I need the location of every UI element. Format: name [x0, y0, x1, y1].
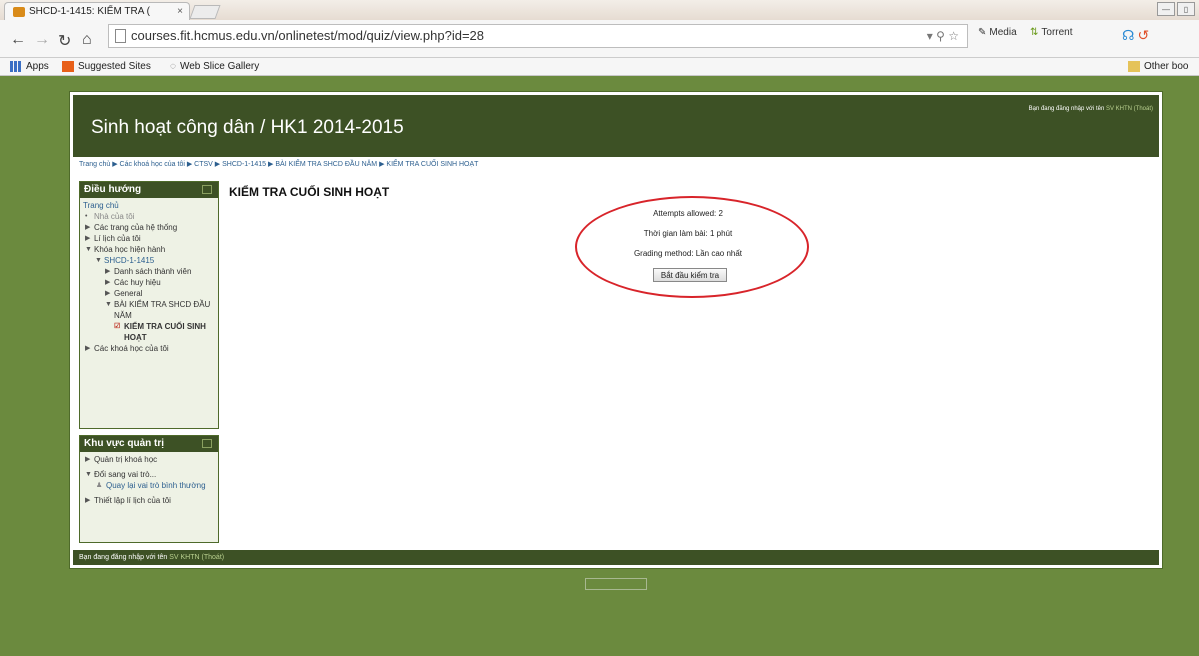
- address-bar[interactable]: courses.fit.hcmus.edu.vn/onlinetest/mod/…: [108, 24, 968, 48]
- collapse-arrow-icon: ▼: [85, 246, 92, 253]
- start-attempt-button[interactable]: Bắt đầu kiểm tra: [653, 268, 727, 282]
- nav-item-current-course[interactable]: ▼ Khóa học hiện hành: [80, 244, 218, 255]
- header-login-info: Bạn đang đăng nhập với tên SV KHTN (Thoá…: [1028, 106, 1153, 112]
- admin-item-switch-role[interactable]: ▼ Đổi sang vai trò...: [80, 469, 218, 480]
- tab-title: SHCD-1-1415: KIỂM TRA (: [29, 6, 150, 17]
- quiz-icon: ☑: [114, 323, 121, 330]
- nav-item-my-courses[interactable]: ▶ Các khoá học của tôi: [80, 343, 218, 354]
- footer-box: [585, 578, 647, 590]
- folder-icon: [1128, 61, 1140, 72]
- site-title[interactable]: Sinh hoạt công dân / HK1 2014-2015: [91, 117, 404, 139]
- breadcrumb[interactable]: Trang chủ ▶ Các khoá học của tôi ▶ CTSV …: [79, 160, 478, 168]
- refresh-extension-icon[interactable]: ↺: [1137, 27, 1149, 44]
- nav-item-current-quiz[interactable]: ☑ KIỂM TRA CUỐI SINH HOẠT: [80, 321, 218, 343]
- grading-method: Grading method: Lần cao nhất: [633, 249, 743, 258]
- web-slice-icon: ◌: [170, 61, 176, 72]
- collapse-arrow-icon: ▼: [85, 471, 92, 478]
- expand-arrow-icon: ▶: [85, 235, 91, 242]
- url-text: courses.fit.hcmus.edu.vn/onlinetest/mod/…: [131, 28, 485, 43]
- tab-strip: SHCD-1-1415: KIỂM TRA ( × — ▯: [0, 0, 1199, 20]
- block-hide-icon[interactable]: [202, 185, 212, 194]
- nav-item-course[interactable]: ▼ SHCD-1-1415: [80, 255, 218, 266]
- footer-user-link[interactable]: SV KHTN: [169, 554, 199, 561]
- bookmark-web-slice-gallery[interactable]: ◌ Web Slice Gallery: [170, 61, 259, 72]
- block-hide-icon[interactable]: [202, 439, 212, 448]
- admin-item-profile-settings[interactable]: ▶ Thiết lập lí lịch của tôi: [80, 495, 218, 506]
- bookmark-other[interactable]: Other boo: [1128, 61, 1188, 72]
- expand-arrow-icon: ▶: [85, 345, 91, 352]
- navigation-block: Điều hướng Trang chủ • Nhà của tôi ▶ Các t…: [79, 181, 219, 429]
- suggested-sites-icon: [62, 61, 74, 72]
- headphones-icon[interactable]: ☊: [1122, 27, 1134, 44]
- reload-icon[interactable]: ↻: [58, 31, 71, 51]
- expand-arrow-icon: ▶: [85, 497, 91, 504]
- expand-arrow-icon: ▶: [105, 279, 111, 286]
- browser-tab[interactable]: SHCD-1-1415: KIỂM TRA ( ×: [4, 2, 190, 20]
- apps-icon: [10, 61, 22, 72]
- administration-block-title: Khu vực quản trị: [80, 436, 218, 452]
- bookmark-suggested-sites[interactable]: Suggested Sites: [62, 61, 151, 72]
- minimize-icon[interactable]: —: [1157, 2, 1175, 16]
- bullet-icon: •: [85, 213, 88, 220]
- torrent-icon: ⇅: [1030, 27, 1039, 38]
- window-controls: — ▯: [1157, 2, 1195, 16]
- user-icon: ♟: [96, 482, 103, 489]
- nav-item-badges[interactable]: ▶ Các huy hiệu: [80, 277, 218, 288]
- admin-item-course-admin[interactable]: ▶ Quản trị khoá học: [80, 454, 218, 465]
- moodle-page: Sinh hoạt công dân / HK1 2014-2015 Bạn đ…: [69, 91, 1163, 569]
- media-extension-button[interactable]: ✎ Media: [978, 27, 1017, 38]
- collapse-arrow-icon: ▼: [105, 301, 112, 308]
- bookmarks-bar: Apps Suggested Sites ◌ Web Slice Gallery…: [0, 58, 1199, 76]
- extension-icons[interactable]: ☊ ↺: [1122, 27, 1149, 44]
- bookmark-apps[interactable]: Apps: [10, 61, 49, 72]
- new-tab-button[interactable]: [189, 5, 221, 19]
- expand-arrow-icon: ▶: [105, 268, 111, 275]
- nav-item-section[interactable]: ▼ BÀI KIỂM TRA SHCD ĐẦU NĂM: [80, 299, 218, 321]
- expand-arrow-icon: ▶: [105, 290, 111, 297]
- site-favicon-icon: [13, 6, 25, 17]
- page-header: Sinh hoạt công dân / HK1 2014-2015 Bạn đ…: [73, 95, 1159, 157]
- restore-icon[interactable]: ▯: [1177, 2, 1195, 16]
- media-icon: ✎: [978, 27, 987, 38]
- nav-item-site-pages[interactable]: ▶ Các trang của hệ thống: [80, 222, 218, 233]
- attempts-allowed: Attempts allowed: 2: [653, 209, 723, 218]
- header-logout-link[interactable]: (Thoát): [1134, 106, 1153, 112]
- nav-item-participants[interactable]: ▶ Danh sách thành viên: [80, 266, 218, 277]
- admin-item-return-role[interactable]: ♟ Quay lại vai trò bình thường: [80, 480, 218, 491]
- header-user-link[interactable]: SV KHTN: [1106, 106, 1132, 112]
- back-icon[interactable]: ←: [10, 31, 26, 49]
- zoom-star-icons[interactable]: ▾ ⚲ ☆: [927, 25, 959, 47]
- tab-close-icon[interactable]: ×: [177, 6, 183, 17]
- forward-icon[interactable]: →: [34, 31, 50, 49]
- quiz-title: KIỂM TRA CUỐI SINH HOẠT: [229, 185, 390, 199]
- page-info-icon: [115, 29, 126, 43]
- page-footer: Bạn đang đăng nhập với tên SV KHTN (Thoá…: [73, 550, 1159, 565]
- nav-item-my-profile[interactable]: ▶ Lí lịch của tôi: [80, 233, 218, 244]
- home-icon[interactable]: ⌂: [82, 31, 92, 49]
- nav-item-general[interactable]: ▶ General: [80, 288, 218, 299]
- nav-item-my-home[interactable]: • Nhà của tôi: [80, 211, 218, 222]
- footer-logout-link[interactable]: (Thoát): [202, 554, 225, 561]
- navigation-block-title: Điều hướng: [80, 182, 218, 198]
- administration-block: Khu vực quản trị ▶ Quản trị khoá học ▼ Đổi…: [79, 435, 219, 543]
- nav-item-home[interactable]: Trang chủ: [80, 200, 218, 211]
- expand-arrow-icon: ▶: [85, 456, 91, 463]
- torrent-extension-button[interactable]: ⇅ Torrent: [1030, 27, 1073, 38]
- time-limit: Thời gian làm bài: 1 phút: [643, 229, 733, 238]
- collapse-arrow-icon: ▼: [95, 257, 102, 264]
- expand-arrow-icon: ▶: [85, 224, 91, 231]
